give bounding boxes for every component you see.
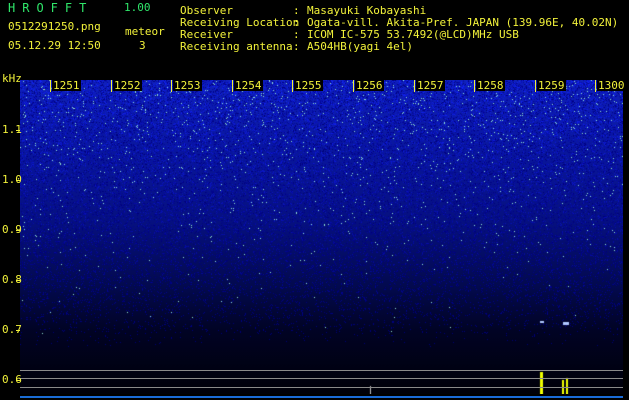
file-name: 0512291250.png	[8, 20, 101, 33]
spectrogram-plot	[20, 80, 623, 394]
x-tick-label: 1257	[416, 79, 445, 92]
x-tick-label: 1256	[355, 79, 384, 92]
y-axis-unit: kHz	[2, 72, 22, 85]
reference-line	[20, 370, 623, 371]
x-tick-label: 1255	[294, 79, 323, 92]
y-tick-mark	[16, 330, 20, 331]
x-tick-mark	[595, 80, 596, 92]
y-tick-mark	[16, 380, 20, 381]
y-tick-mark	[16, 230, 20, 231]
x-tick-mark	[474, 80, 475, 92]
x-tick-mark	[414, 80, 415, 92]
meteor-count: 3	[139, 39, 146, 52]
reference-line	[20, 378, 623, 379]
x-tick-mark	[111, 80, 112, 92]
app-version: 1.00	[124, 1, 151, 14]
x-tick-label: 1254	[234, 79, 263, 92]
info-colon: :	[293, 40, 300, 53]
reference-line	[20, 387, 623, 388]
y-tick-mark	[16, 130, 20, 131]
x-tick-mark	[171, 80, 172, 92]
x-tick-label: 1253	[173, 79, 202, 92]
antenna-value: A504HB(yagi 4el)	[307, 40, 413, 53]
x-tick-label: 1252	[113, 79, 142, 92]
antenna-label: Receiving antenna	[180, 40, 293, 53]
x-tick-mark	[535, 80, 536, 92]
noise-floor-line	[20, 396, 623, 398]
date-time: 05.12.29 12:50	[8, 39, 101, 52]
x-tick-mark	[353, 80, 354, 92]
x-tick-label: 1251	[52, 79, 81, 92]
x-tick-label: 1259	[537, 79, 566, 92]
meteor-label: meteor	[125, 25, 165, 38]
x-tick-mark	[232, 80, 233, 92]
x-tick-mark	[292, 80, 293, 92]
x-tick-mark	[50, 80, 51, 92]
y-tick-mark	[16, 280, 20, 281]
app-title: HROFFT	[8, 1, 94, 15]
y-tick-mark	[16, 180, 20, 181]
spectrogram-canvas	[20, 80, 623, 394]
x-tick-label: 1258	[476, 79, 505, 92]
x-tick-label: 1300	[597, 79, 626, 92]
